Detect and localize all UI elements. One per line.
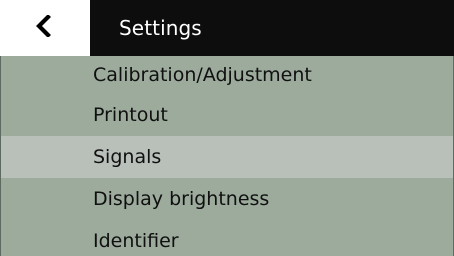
back-button[interactable]	[0, 0, 90, 56]
menu-item-label: Printout	[93, 104, 168, 126]
settings-screen: Settings Calibration/Adjustment Printout…	[0, 0, 454, 256]
menu-item-label: Display brightness	[93, 188, 270, 210]
header-bar: Settings	[0, 0, 454, 56]
menu-item-signals[interactable]: Signals	[1, 136, 453, 178]
menu-item-label: Calibration/Adjustment	[93, 64, 312, 86]
page-title-bar: Settings	[90, 0, 454, 56]
menu-item-label: Signals	[93, 146, 162, 168]
chevron-left-icon	[36, 14, 52, 41]
menu-item-identifier[interactable]: Identifier	[1, 220, 453, 256]
menu-item-label: Identifier	[93, 230, 179, 252]
menu-item-display-brightness[interactable]: Display brightness	[1, 178, 453, 220]
page-title: Settings	[119, 16, 202, 40]
settings-menu: Calibration/Adjustment Printout Signals …	[0, 56, 454, 256]
menu-item-printout[interactable]: Printout	[1, 94, 453, 136]
menu-item-calibration-adjustment[interactable]: Calibration/Adjustment	[1, 56, 453, 94]
